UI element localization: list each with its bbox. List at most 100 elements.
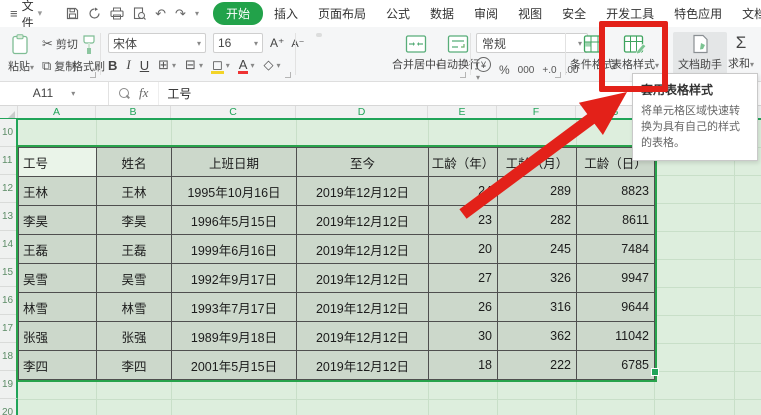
table-cell[interactable]: 6785 xyxy=(577,351,654,379)
column-header-A[interactable]: A xyxy=(18,105,96,119)
table-cell[interactable]: 30 xyxy=(429,322,497,350)
row-header-12[interactable]: 12 xyxy=(0,175,18,203)
row-header-18[interactable]: 18 xyxy=(0,343,18,371)
column-header-C[interactable]: C xyxy=(171,105,296,119)
table-cell[interactable]: 王磊 xyxy=(19,235,96,263)
table-cell[interactable]: 326 xyxy=(498,264,576,292)
column-header-D[interactable]: D xyxy=(296,105,428,119)
table-cell[interactable]: 24 xyxy=(429,177,497,205)
tab-7[interactable]: 视图 xyxy=(509,2,551,25)
magnifier-icon[interactable] xyxy=(119,88,129,98)
active-cell-A11[interactable]: 工号 xyxy=(19,148,96,176)
table-cell[interactable]: 李四 xyxy=(97,351,171,379)
tab-1[interactable]: 开始 xyxy=(212,2,263,25)
table-cell[interactable]: 26 xyxy=(429,293,497,321)
table-cell[interactable]: 27 xyxy=(429,264,497,292)
row-header-19[interactable]: 19 xyxy=(0,371,18,399)
table-cell[interactable]: 2019年12月12日 xyxy=(297,322,428,350)
table-cell[interactable]: 李昊 xyxy=(19,206,96,234)
table-cell[interactable]: 289 xyxy=(498,177,576,205)
fill-handle[interactable] xyxy=(651,368,659,376)
table-cell[interactable]: 林雪 xyxy=(19,293,96,321)
column-header-B[interactable]: B xyxy=(96,105,171,119)
table-cell[interactable]: 王磊 xyxy=(97,235,171,263)
font-size-select[interactable]: 16 ▾ xyxy=(213,33,263,53)
header-cell[interactable]: 工龄（月） xyxy=(498,148,576,176)
underline-button[interactable]: U xyxy=(140,58,149,73)
name-box[interactable]: A11 ▾ xyxy=(0,81,109,105)
increase-indent-button[interactable] xyxy=(352,33,358,37)
table-cell[interactable]: 2019年12月12日 xyxy=(297,235,428,263)
header-cell[interactable]: 工龄（年） xyxy=(429,148,497,176)
grow-font-button[interactable]: A⁺ xyxy=(270,36,284,50)
italic-button[interactable]: I xyxy=(126,57,130,73)
row-header-10[interactable]: 10 xyxy=(0,119,18,147)
align-top-button[interactable] xyxy=(304,33,310,37)
insert-function-icon[interactable]: fx xyxy=(139,85,148,101)
table-cell[interactable]: 316 xyxy=(498,293,576,321)
table-cell[interactable]: 1999年6月16日 xyxy=(172,235,296,263)
table-cell[interactable]: 11042 xyxy=(577,322,654,350)
thousands-button[interactable]: 000 xyxy=(518,65,535,76)
undo-icon[interactable]: ↶ xyxy=(155,6,166,22)
export-pdf-icon[interactable] xyxy=(88,7,101,20)
table-cell[interactable]: 282 xyxy=(498,206,576,234)
paste-button[interactable]: 粘贴▾ xyxy=(8,34,34,74)
table-cell[interactable]: 吴雪 xyxy=(97,264,171,292)
table-cell[interactable]: 8823 xyxy=(577,177,654,205)
print-icon[interactable] xyxy=(110,7,124,20)
fill-color-button[interactable]: ◻ ▾ xyxy=(210,58,230,74)
table-cell[interactable]: 23 xyxy=(429,206,497,234)
table-cell[interactable]: 林雪 xyxy=(97,293,171,321)
header-cell[interactable]: 至今 xyxy=(297,148,428,176)
align-right-button[interactable] xyxy=(328,57,334,61)
table-cell[interactable]: 吴雪 xyxy=(19,264,96,292)
decrease-indent-button[interactable] xyxy=(340,33,346,37)
table-cell[interactable]: 1995年10月16日 xyxy=(172,177,296,205)
quickbar-more-icon[interactable]: ▾ xyxy=(195,9,199,18)
clipboard-group-expander[interactable] xyxy=(90,72,96,78)
header-cell[interactable]: 上班日期 xyxy=(172,148,296,176)
clear-format-button[interactable]: ◇ ▾ xyxy=(263,57,280,73)
table-cell[interactable]: 王林 xyxy=(19,177,96,205)
table-cell[interactable]: 362 xyxy=(498,322,576,350)
merge-center-button[interactable]: 合并居中▾ xyxy=(392,34,440,72)
alignment-group-expander[interactable] xyxy=(460,72,466,78)
formula-input[interactable]: 工号 xyxy=(159,85,191,102)
align-middle-button[interactable] xyxy=(316,33,322,37)
tab-4[interactable]: 公式 xyxy=(377,2,419,25)
sum-button[interactable]: Σ 求和▾ xyxy=(728,33,754,71)
table-cell[interactable]: 王林 xyxy=(97,177,171,205)
distribute-button[interactable] xyxy=(352,57,358,61)
tab-10[interactable]: 特色应用 xyxy=(665,2,731,25)
file-menu-button[interactable]: ≡ 文件 ▾ xyxy=(0,0,50,31)
table-cell[interactable]: 2019年12月12日 xyxy=(297,351,428,379)
table-cell[interactable]: 2019年12月12日 xyxy=(297,293,428,321)
row-header-13[interactable]: 13 xyxy=(0,203,18,231)
tab-5[interactable]: 数据 xyxy=(421,2,463,25)
align-bottom-button[interactable] xyxy=(328,33,334,37)
number-group-expander[interactable] xyxy=(555,72,561,78)
tab-6[interactable]: 审阅 xyxy=(465,2,507,25)
table-cell[interactable]: 1993年7月17日 xyxy=(172,293,296,321)
font-group-expander[interactable] xyxy=(285,72,291,78)
table-cell[interactable]: 张强 xyxy=(97,322,171,350)
save-icon[interactable] xyxy=(66,7,79,20)
table-cell[interactable]: 7484 xyxy=(577,235,654,263)
table-cell[interactable]: 张强 xyxy=(19,322,96,350)
table-cell[interactable]: 9947 xyxy=(577,264,654,292)
row-header-14[interactable]: 14 xyxy=(0,231,18,259)
table-cell[interactable]: 1992年9月17日 xyxy=(172,264,296,292)
row-header-20[interactable]: 20 xyxy=(0,399,18,415)
header-cell[interactable]: 姓名 xyxy=(97,148,171,176)
table-cell[interactable]: 222 xyxy=(498,351,576,379)
table-cell[interactable]: 20 xyxy=(429,235,497,263)
row-header-11[interactable]: 11 xyxy=(0,147,18,175)
table-cell[interactable]: 2019年12月12日 xyxy=(297,264,428,292)
row-header-15[interactable]: 15 xyxy=(0,259,18,287)
select-all-corner[interactable] xyxy=(0,105,18,119)
currency-button[interactable]: ¥▾ xyxy=(476,57,491,83)
align-center-button[interactable] xyxy=(316,57,322,61)
table-cell[interactable]: 9644 xyxy=(577,293,654,321)
table-cell[interactable]: 1989年9月18日 xyxy=(172,322,296,350)
